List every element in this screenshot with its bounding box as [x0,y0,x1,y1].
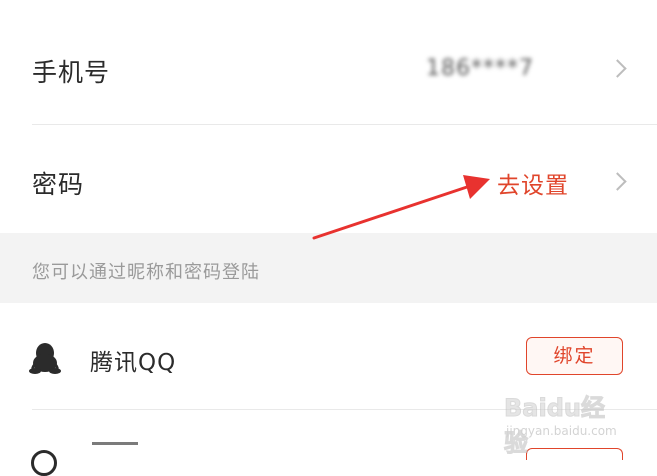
qq-penguin-icon [29,343,61,374]
phone-number-value: 186****7 [426,56,534,81]
next-account-row [0,410,657,476]
qq-account-row: 腾讯QQ 绑定 [0,303,657,410]
bind-qq-button[interactable]: 绑定 [526,337,623,375]
password-label: 密码 [32,170,85,199]
phone-number-label: 手机号 [32,58,111,87]
chevron-right-icon [608,172,627,191]
hint-text: 您可以通过昵称和密码登陆 [32,262,260,283]
hint-section: 您可以通过昵称和密码登陆 [0,233,657,303]
set-password-link[interactable]: 去设置 [497,166,569,200]
phone-number-row[interactable]: 手机号 186****7 [0,0,657,125]
password-row[interactable]: 密码 去设置 [0,125,657,233]
account-icon [31,450,57,476]
bind-button-partial[interactable] [526,448,623,460]
qq-label: 腾讯QQ [90,350,177,376]
chevron-right-icon [608,59,627,78]
